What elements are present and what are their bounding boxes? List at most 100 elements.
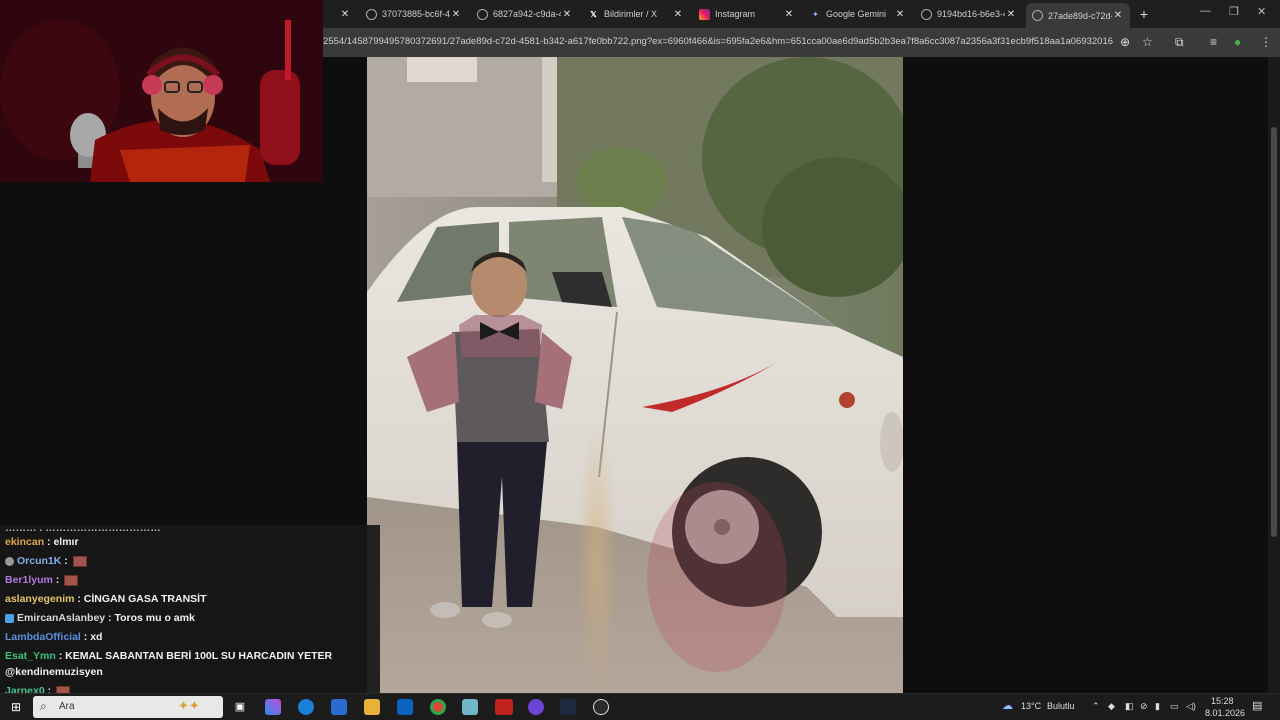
tab-title: Instagram: [715, 9, 756, 19]
media-control-icon[interactable]: ≡: [1210, 35, 1217, 49]
weather-cloud-icon: ☁: [1002, 700, 1013, 712]
file-explorer-icon[interactable]: [364, 699, 380, 715]
chat-separator: :: [61, 555, 71, 567]
copilot-sparkle-icon: ✦✦: [178, 698, 200, 713]
tab-title: Bildirimler / X: [604, 9, 658, 19]
clock-date[interactable]: 8.01.2026: [1205, 708, 1245, 718]
notepad-icon[interactable]: [462, 699, 478, 715]
chat-username[interactable]: EmircanAslanbey: [17, 612, 105, 624]
weather-desc[interactable]: Bulutlu: [1047, 701, 1075, 711]
zoom-icon[interactable]: ⊕: [1120, 35, 1130, 49]
obs-icon[interactable]: [593, 699, 609, 715]
taskbar-search[interactable]: ⌕ Ara ✦✦: [33, 696, 223, 718]
tray-app-icon[interactable]: ◆: [1108, 701, 1115, 712]
chat-text: Toros mu o amk: [114, 612, 195, 624]
webcam-feed-image: [0, 0, 323, 182]
copilot-icon[interactable]: [265, 699, 281, 715]
globe-icon: [366, 8, 377, 20]
tab-6[interactable]: 9194bd16-b6e3-4 ✕: [915, 4, 1023, 24]
chat-message-continuation: @kendinemuzisyen: [5, 666, 103, 678]
chat-username[interactable]: Orcun1K: [17, 555, 61, 567]
chat-separator: :: [55, 650, 66, 662]
voicemod-icon[interactable]: [495, 699, 513, 715]
task-view-icon[interactable]: ▣: [232, 699, 248, 715]
volume-icon[interactable]: ◁): [1186, 701, 1196, 712]
chat-scrollbar[interactable]: [367, 525, 380, 693]
chat-message-partial: ……… . ……………………………: [5, 525, 161, 534]
network-icon[interactable]: ▭: [1170, 701, 1179, 712]
chat-username[interactable]: ekincan: [5, 536, 44, 548]
chat-username[interactable]: Jarnex0: [5, 685, 45, 693]
tab-title: 27ade89d-c72d-4: [1048, 10, 1112, 21]
taskbar: ⊞ ⌕ Ara ✦✦ ▣ ☁ 13°C Bulutlu ⌃ ◆ ◧ ⊘ ▮ ▭ …: [0, 693, 1280, 720]
outlook-icon[interactable]: [397, 699, 413, 715]
chat-separator: :: [74, 593, 84, 605]
profile-icon[interactable]: ●: [1234, 35, 1241, 49]
weather-temp[interactable]: 13°C: [1021, 701, 1041, 711]
chat-username[interactable]: Esat_Ymn: [5, 650, 56, 662]
badge-icon: [5, 613, 14, 623]
edge-icon[interactable]: [298, 699, 314, 715]
instagram-icon: [699, 8, 710, 20]
close-tab-icon[interactable]: ✕: [1112, 10, 1124, 21]
restore-icon[interactable]: ❐: [1229, 5, 1239, 18]
chat-message: LambdaOfficial : xd: [5, 631, 102, 643]
close-tab-icon[interactable]: ✕: [339, 9, 351, 20]
chat-text: xd: [90, 631, 103, 643]
chat-message: Jarnex0 :: [5, 685, 71, 693]
windows-start-icon[interactable]: ⊞: [8, 699, 24, 715]
chat-text: elmır: [53, 536, 79, 548]
menu-kebab-icon[interactable]: ⋮: [1260, 35, 1272, 49]
tab-2[interactable]: 6827a942-c9da-4 ✕: [471, 4, 579, 24]
emote-icon: [72, 555, 87, 567]
chat-message: ekincan : elmır: [5, 536, 79, 548]
chrome-icon[interactable]: [430, 699, 446, 715]
tray-app-icon[interactable]: ⊘: [1140, 701, 1148, 712]
store-icon[interactable]: [331, 699, 347, 715]
globe-icon: [477, 8, 488, 20]
close-window-icon[interactable]: ✕: [1257, 5, 1266, 18]
discord-icon[interactable]: [528, 699, 544, 715]
tab-7-active[interactable]: 27ade89d-c72d-4 ✕: [1026, 3, 1130, 28]
close-tab-icon[interactable]: ✕: [783, 9, 795, 20]
minimize-icon[interactable]: —: [1200, 5, 1211, 17]
url-field[interactable]: 2554/1458799495780372691/27ade89d-c72d-4…: [323, 36, 1113, 47]
chat-message: EmircanAslanbey : Toros mu o amk: [5, 612, 195, 624]
tab-title: 6827a942-c9da-4: [493, 9, 561, 19]
page-scrollbar[interactable]: [1268, 57, 1280, 693]
clock-time[interactable]: 15:28: [1211, 696, 1234, 706]
globe-icon: [1032, 10, 1043, 21]
tray-app-icon[interactable]: ◧: [1125, 701, 1134, 712]
webcam-overlay: [0, 0, 323, 182]
tab-3[interactable]: 𝕏 Bildirimler / X ✕: [582, 4, 690, 24]
chat-username[interactable]: LambdaOfficial: [5, 631, 81, 643]
microphone-icon[interactable]: ▮: [1155, 701, 1160, 712]
notifications-icon[interactable]: ▤: [1252, 699, 1262, 712]
close-tab-icon[interactable]: ✕: [561, 9, 573, 20]
close-tab-icon[interactable]: ✕: [894, 9, 906, 20]
stream-chat: ……… . …………………………… ekincan : elmır Orcun1…: [0, 525, 380, 693]
steam-icon[interactable]: [560, 699, 576, 715]
scrollbar-thumb[interactable]: [1271, 127, 1277, 537]
close-tab-icon[interactable]: ✕: [450, 9, 462, 20]
extensions-icon[interactable]: ⧉: [1175, 35, 1184, 50]
tab-4[interactable]: Instagram ✕: [693, 4, 801, 24]
close-tab-icon[interactable]: ✕: [672, 9, 684, 20]
photo-image: [367, 57, 903, 693]
tab-title: Google Gemini: [826, 9, 887, 19]
chat-separator: :: [80, 631, 91, 643]
bookmark-star-icon[interactable]: ☆: [1142, 35, 1153, 49]
chat-username[interactable]: aslanyegenim: [5, 593, 74, 605]
chat-message: Esat_Ymn : KEMAL SABANTAN BERİ 100L SU H…: [5, 650, 332, 662]
emote-icon: [56, 685, 71, 693]
chat-message: Ber1lyum :: [5, 574, 79, 586]
gemini-icon: ✦: [812, 9, 819, 19]
close-tab-icon[interactable]: ✕: [1005, 9, 1017, 20]
chat-separator: :: [52, 574, 63, 586]
chat-message: aslanyegenim : CİNGAN GASA TRANSİT: [5, 593, 207, 605]
new-tab-button[interactable]: +: [1135, 5, 1153, 23]
tab-5[interactable]: ✦ Google Gemini ✕: [804, 4, 912, 24]
chat-username[interactable]: Ber1lyum: [5, 574, 53, 586]
tab-1[interactable]: 37073885-bc6f-4 ✕: [360, 4, 468, 24]
chevron-up-icon[interactable]: ⌃: [1092, 701, 1100, 712]
